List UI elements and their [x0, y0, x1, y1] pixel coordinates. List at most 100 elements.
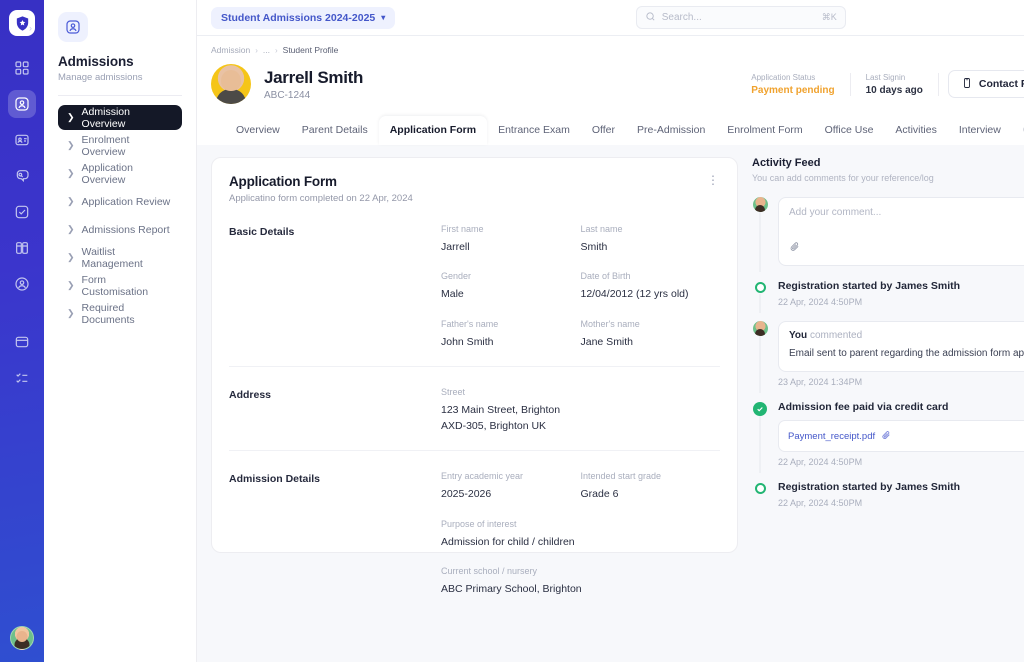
timeline-rail: [752, 481, 768, 508]
activity-feed-subtitle: You can add comments for your reference/…: [752, 173, 934, 183]
sidebar-item-application-review[interactable]: ❯ Application Review: [58, 189, 182, 214]
comment-composer: Comment: [778, 197, 1024, 266]
timeline-rail: [752, 321, 768, 393]
tab-entrance-exam[interactable]: Entrance Exam: [487, 116, 581, 145]
rail-item-checklist[interactable]: [8, 364, 36, 392]
context-selector-label: Student Admissions 2024-2025: [221, 11, 376, 24]
search-area: ⌘K: [395, 6, 1024, 29]
rail-item-archive[interactable]: [8, 328, 36, 356]
field-value: Male: [441, 288, 464, 301]
sidebar-item-admission-overview[interactable]: ❯ Admission Overview: [58, 105, 182, 130]
sidebar-item-enrolment-overview[interactable]: ❯ Enrolment Overview: [58, 133, 182, 158]
search-shortcut-hint: ⌘K: [821, 12, 837, 22]
breadcrumb: Admission › ... › Student Profile: [211, 45, 1024, 55]
rail-item-dashboard[interactable]: [8, 54, 36, 82]
tab-overview[interactable]: Overview: [225, 116, 291, 145]
attachment-link[interactable]: Payment_receipt.pdf: [788, 431, 875, 442]
chevron-right-icon: ❯: [67, 112, 75, 122]
profile-header-actions: Application Status Payment pending Last …: [736, 70, 1024, 98]
rail-item-profile[interactable]: [8, 270, 36, 298]
chevron-right-icon: ❯: [67, 252, 75, 262]
phone-icon: [961, 77, 973, 92]
attachment-row[interactable]: Payment_receipt.pdf: [778, 420, 1024, 452]
field-value: Grade 6: [580, 488, 619, 501]
tab-course-selection[interactable]: Course Selection: [1012, 116, 1024, 145]
sidebar-item-application-overview[interactable]: ❯ Application Overview: [58, 161, 182, 186]
breadcrumb-item-admission[interactable]: Admission: [211, 45, 250, 55]
comment-input[interactable]: [789, 207, 1024, 222]
comment-box[interactable]: Comment: [778, 197, 1024, 266]
sidebar-divider: [58, 95, 182, 96]
messages-icon: [14, 168, 30, 184]
avatar: [752, 321, 768, 336]
search-icon: [645, 9, 656, 27]
field-label: Father's name: [441, 318, 499, 329]
activity-item-body: You commented Email sent to parent regar…: [778, 321, 1024, 387]
status-badge: Payment pending: [751, 84, 835, 96]
search-input[interactable]: [661, 12, 816, 23]
vertical-dots-icon[interactable]: ⋮: [707, 174, 720, 186]
field-last-name: Last name Smith: [581, 224, 721, 255]
chevron-right-icon: ❯: [67, 280, 75, 290]
field-label: First name: [441, 224, 484, 234]
admissions-person-icon: [14, 96, 30, 112]
tab-offer[interactable]: Offer: [581, 116, 626, 145]
activity-item-registration-started: Registration started by James Smith 22 A…: [752, 280, 1024, 321]
rail-item-messages[interactable]: [8, 162, 36, 190]
tab-enrolment-form[interactable]: Enrolment Form: [716, 116, 813, 145]
rail-item-library[interactable]: [8, 234, 36, 262]
content-area: Application Form Applicatino form comple…: [197, 145, 1024, 662]
profile-circle-icon: [14, 276, 30, 292]
section-basic-details: Basic Details First name Jarrell Last na…: [229, 204, 720, 367]
comment-bubble: You commented Email sent to parent regar…: [778, 321, 1024, 372]
context-selector[interactable]: Student Admissions 2024-2025 ▾: [211, 6, 396, 29]
field-value: Jarrell: [441, 241, 470, 253]
tab-activities[interactable]: Activities: [884, 116, 947, 145]
meta-application-status: Application Status Payment pending: [736, 72, 851, 96]
chevron-right-icon: ❯: [67, 308, 75, 318]
admissions-sidebar: Admissions Manage admissions ❯ Admission…: [44, 0, 196, 662]
sidebar-item-required-documents[interactable]: ❯ Required Documents: [58, 301, 182, 326]
sidebar-item-admissions-report[interactable]: ❯ Admissions Report: [58, 217, 182, 242]
rail-item-id-card[interactable]: [8, 126, 36, 154]
section-address: Address Street 123 Main Street, Brighton…: [229, 367, 720, 452]
tab-interview[interactable]: Interview: [948, 116, 1012, 145]
tab-office-use[interactable]: Office Use: [814, 116, 885, 145]
user-avatar[interactable]: [10, 626, 34, 650]
field-mothers-name: Mother's name Jane Smith: [581, 319, 721, 350]
field-label: Intended start grade: [580, 471, 662, 482]
comment-box-footer: Comment: [789, 236, 1024, 257]
card-header: Application Form Applicatino form comple…: [229, 174, 720, 204]
chevron-right-icon[interactable]: ›: [29, 24, 32, 33]
sidebar-item-label: Waitlist Management: [81, 245, 143, 270]
activity-item-registration-started-2: Registration started by James Smith 22 A…: [752, 481, 1024, 522]
meta-label: Application Status: [751, 72, 816, 82]
activity-item-body: Admission fee paid via credit card Payme…: [778, 401, 1024, 467]
chevron-right-icon: ›: [255, 45, 258, 55]
sidebar-title: Admissions: [58, 54, 134, 69]
tab-parent-details[interactable]: Parent Details: [291, 116, 379, 145]
field-label: Gender: [441, 271, 472, 282]
page-header: Admission › ... › Student Profile Jarrel…: [197, 36, 1024, 145]
sidebar-item-label: Form Customisation: [81, 273, 149, 298]
field-purpose-of-interest: Purpose of interest Admission for child …: [441, 519, 720, 550]
field-intended-start-grade: Intended start grade Grade 6: [581, 471, 721, 502]
comment-action: commented: [809, 330, 863, 341]
activity-timestamp: 23 Apr, 2024 1:34PM: [778, 377, 863, 387]
breadcrumb-item-ellipsis[interactable]: ...: [263, 45, 270, 55]
sidebar-item-form-customisation[interactable]: ❯ Form Customisation: [58, 273, 182, 298]
tab-application-form[interactable]: Application Form: [378, 116, 488, 145]
paperclip-icon[interactable]: [789, 241, 800, 252]
timeline-line: [759, 211, 761, 272]
chevron-right-icon: ❯: [67, 224, 75, 234]
search-box[interactable]: ⌘K: [635, 6, 846, 29]
contact-parent-button[interactable]: Contact Parent: [947, 70, 1024, 98]
tab-pre-admission[interactable]: Pre-Admission: [626, 116, 716, 145]
rail-item-tasks[interactable]: [8, 198, 36, 226]
activity-item-payment: Admission fee paid via credit card Payme…: [752, 401, 1024, 481]
tasks-check-icon: [14, 204, 30, 220]
rail-item-admissions[interactable]: [8, 90, 36, 118]
shield-logo-icon[interactable]: ›: [9, 10, 35, 36]
sidebar-item-waitlist-management[interactable]: ❯ Waitlist Management: [58, 245, 182, 270]
tab-bar: Overview Parent Details Application Form…: [211, 115, 1024, 145]
